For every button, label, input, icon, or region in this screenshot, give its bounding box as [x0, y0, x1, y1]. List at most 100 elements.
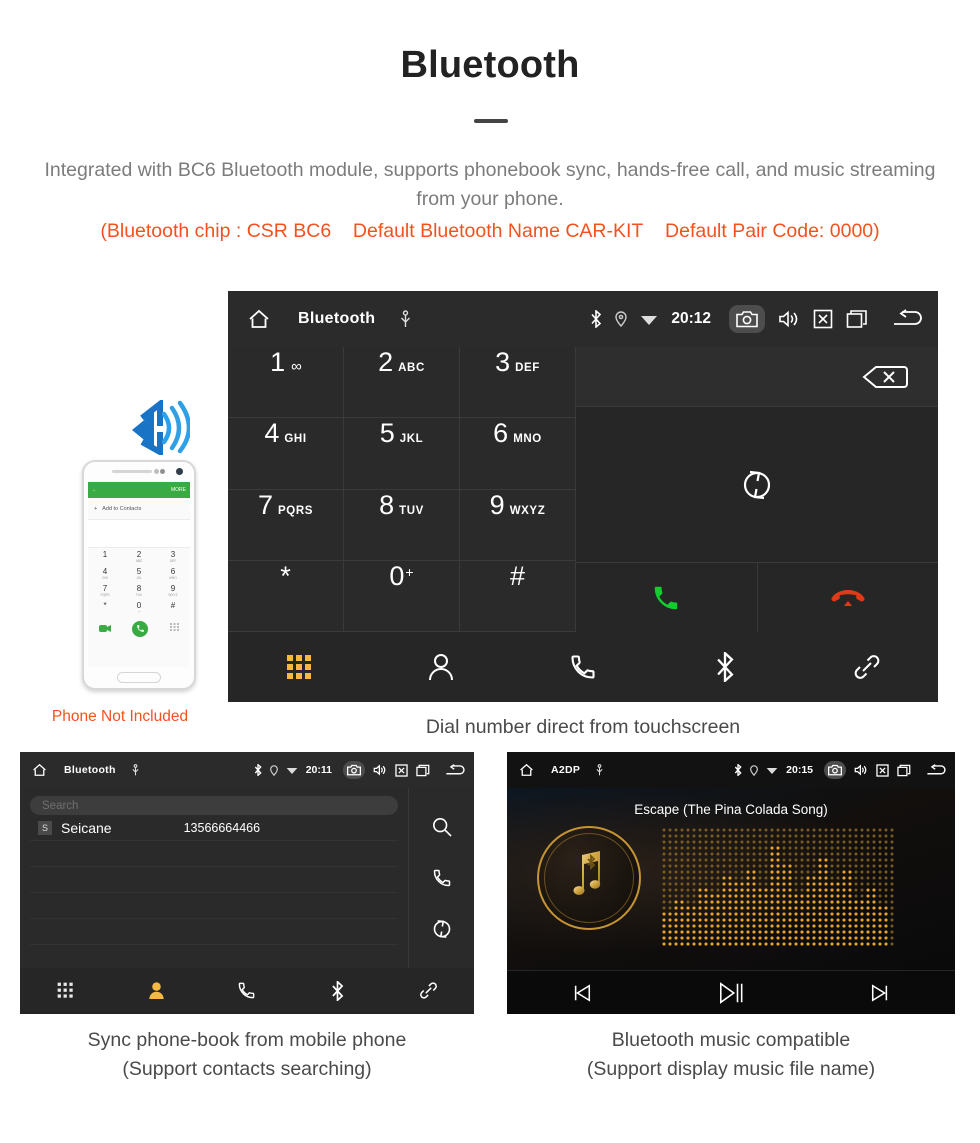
key-star[interactable]: * [228, 560, 344, 632]
key-5[interactable]: 5 JKL [344, 418, 460, 490]
tab-keypad[interactable] [20, 982, 111, 999]
backspace-icon[interactable] [862, 364, 908, 390]
contact-number: 13566664466 [183, 820, 261, 835]
phone-key: 5 JKL [136, 567, 142, 580]
bluetooth-icon [590, 310, 602, 328]
phone-key: 3 DEF [169, 550, 177, 563]
table-row[interactable]: S Seicane 13566664466 [30, 815, 398, 841]
recent-apps-icon[interactable] [416, 764, 430, 777]
key-6[interactable]: 6 MNO [460, 418, 576, 490]
phonebook-title: Bluetooth [64, 764, 116, 776]
phonebook-screenshot: Bluetooth 20:11 Search S Seicane 1356666… [20, 752, 474, 1014]
tab-call-log[interactable] [512, 653, 654, 681]
back-arrow-icon[interactable] [445, 763, 466, 777]
bluetooth-waves-icon [120, 397, 192, 460]
hangup-button[interactable] [756, 563, 939, 632]
close-box-icon[interactable] [813, 309, 833, 329]
album-art [537, 826, 641, 930]
tab-bluetooth[interactable] [654, 652, 796, 682]
recent-apps-icon[interactable] [897, 764, 911, 777]
volume-icon[interactable] [778, 310, 800, 328]
dialer-status-bar: Bluetooth 20:12 [228, 291, 938, 347]
phone-front-camera-icon [176, 468, 183, 475]
bluetooth-icon [734, 764, 742, 776]
phone-dial-actions [88, 616, 190, 641]
tab-contacts[interactable] [370, 653, 512, 681]
sync-contacts-row [576, 407, 938, 563]
number-display-row [576, 347, 938, 407]
dialer-clock: 20:12 [671, 310, 711, 327]
music-clock: 20:15 [786, 764, 813, 776]
key-hash[interactable]: # [460, 560, 576, 632]
call-button[interactable] [576, 563, 757, 632]
camera-icon[interactable] [343, 761, 365, 779]
phonebook-body: Search S Seicane 13566664466 [20, 788, 474, 968]
previous-track-button[interactable] [507, 983, 656, 1003]
tab-pair-link[interactable] [383, 981, 474, 1000]
tab-bluetooth[interactable] [292, 980, 383, 1001]
key-3[interactable]: 3 DEF [460, 347, 576, 419]
phone-call-button [132, 620, 149, 637]
sync-icon[interactable] [432, 919, 452, 939]
phone-add-to-contacts-row: + Add to Contacts [88, 498, 190, 520]
next-track-button[interactable] [806, 983, 955, 1003]
home-icon[interactable] [246, 307, 272, 331]
location-icon [615, 311, 628, 327]
sync-icon[interactable] [741, 469, 773, 501]
music-transport-controls [507, 970, 955, 1014]
wifi-icon [766, 765, 778, 775]
phonebook-caption-line1: Sync phone-book from mobile phone [87, 1029, 407, 1051]
close-box-icon[interactable] [395, 763, 408, 777]
usb-icon [131, 764, 140, 776]
tab-call-log[interactable] [202, 981, 293, 1000]
key-1[interactable]: 1 ∞ [228, 347, 344, 419]
music-caption-line2: (Support display music file name) [586, 1058, 876, 1080]
search-icon[interactable] [432, 817, 452, 837]
phone-illustration: ← MORE + Add to Contacts 1 2 ABC 3 DEF 4 GH… [30, 397, 210, 730]
key-4[interactable]: 4 GHI [228, 418, 344, 490]
home-icon[interactable] [518, 762, 535, 778]
phonebook-action-rail [408, 788, 474, 968]
spec-name: Default Bluetooth Name CAR-KIT [352, 220, 644, 242]
key-9[interactable]: 9 WXYZ [460, 489, 576, 561]
phone-handset-icon[interactable] [432, 868, 452, 888]
back-arrow-icon[interactable] [926, 763, 947, 777]
key-8[interactable]: 8 TUV [344, 489, 460, 561]
volume-icon[interactable] [854, 764, 868, 776]
close-box-icon[interactable] [876, 763, 889, 777]
plus-icon: + [94, 505, 98, 512]
tab-keypad[interactable] [228, 654, 370, 680]
tab-contacts[interactable] [111, 981, 202, 1000]
phone-earpiece [112, 470, 152, 473]
play-pause-button[interactable] [656, 981, 805, 1005]
camera-icon[interactable] [824, 761, 846, 779]
phonebook-caption: Sync phone-book from mobile phone (Suppo… [20, 1026, 474, 1084]
call-actions-row [576, 563, 938, 632]
table-row-empty [30, 841, 398, 867]
phone-back-icon: ← [92, 487, 97, 493]
smartphone-mockup: ← MORE + Add to Contacts 1 2 ABC 3 DEF 4 GH… [82, 460, 196, 690]
wifi-icon [640, 312, 658, 326]
phonebook-status-bar: Bluetooth 20:11 [20, 752, 474, 788]
phone-not-included-note: Phone Not Included [51, 708, 189, 725]
key-2[interactable]: 2 ABC [344, 347, 460, 419]
camera-icon[interactable] [729, 305, 765, 333]
tab-pair-link[interactable] [796, 653, 938, 681]
table-row-empty [30, 867, 398, 893]
bluetooth-icon [254, 764, 262, 776]
phone-key: 1 [102, 550, 108, 559]
search-input[interactable]: Search [30, 796, 398, 815]
back-arrow-icon[interactable] [892, 309, 924, 329]
recent-apps-icon[interactable] [846, 309, 868, 329]
key-0[interactable]: 0 + [344, 560, 460, 632]
location-icon [269, 764, 278, 776]
title-divider [474, 119, 508, 123]
volume-icon[interactable] [373, 764, 387, 776]
table-row-empty [30, 919, 398, 945]
phone-home-button [117, 672, 161, 683]
phone-key: 8 TUV [135, 584, 143, 597]
home-icon[interactable] [31, 762, 48, 778]
key-7[interactable]: 7 PQRS [228, 489, 344, 561]
phone-key: * [103, 601, 107, 610]
add-to-contacts-label: Add to Contacts [102, 505, 142, 512]
